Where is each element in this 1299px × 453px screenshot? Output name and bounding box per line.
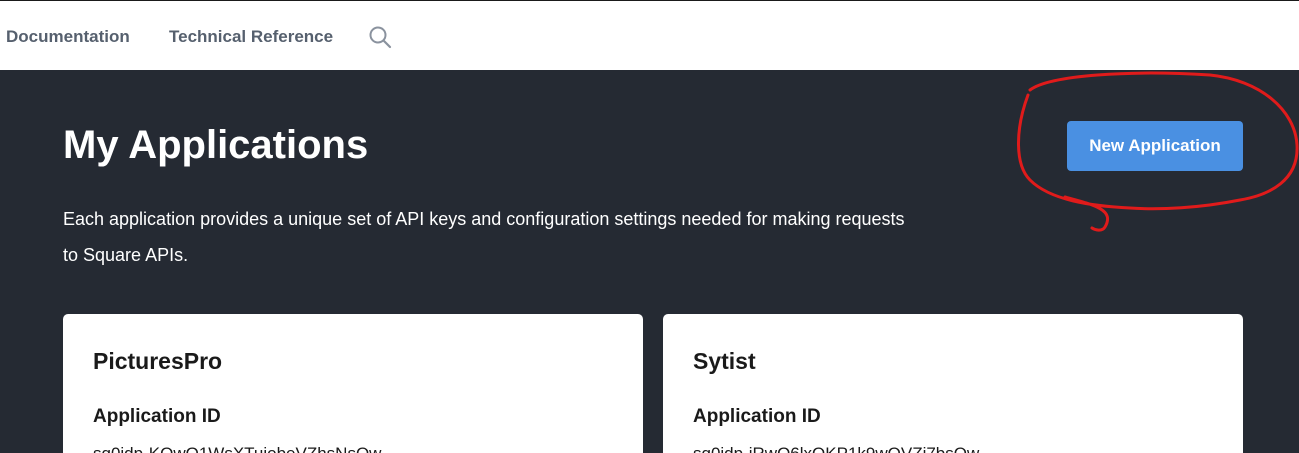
application-name: PicturesPro — [93, 348, 223, 374]
new-application-button[interactable]: New Application — [1067, 121, 1243, 171]
page-title: My Applications — [63, 123, 369, 167]
nav-link-documentation[interactable]: Documentation — [6, 27, 130, 47]
top-navigation: Documentation Technical Reference — [0, 0, 1299, 70]
page-description: Each application provides a unique set o… — [63, 209, 905, 265]
application-id-label: Application ID — [693, 406, 821, 427]
application-id-value: sq0idp-KQwO1WsXTuiobeVZhsNsQw — [93, 444, 381, 453]
application-card-picturespro[interactable]: PicturesPro Application ID sq0idp-KQwO1W… — [63, 314, 643, 453]
application-id-label: Application ID — [93, 406, 221, 427]
page: Documentation Technical Reference My App… — [0, 0, 1299, 453]
nav-link-technical-reference[interactable]: Technical Reference — [169, 27, 333, 47]
applications-section: My Applications New Application Each app… — [0, 70, 1299, 453]
application-card-sytist[interactable]: Sytist Application ID sq0idp-iRwO6lxQKP1… — [663, 314, 1243, 453]
application-id-value: sq0idp-iRwO6lxQKP1k9wQVZi7bsQw — [693, 444, 979, 453]
search-icon[interactable] — [368, 25, 392, 49]
application-name: Sytist — [693, 348, 756, 374]
